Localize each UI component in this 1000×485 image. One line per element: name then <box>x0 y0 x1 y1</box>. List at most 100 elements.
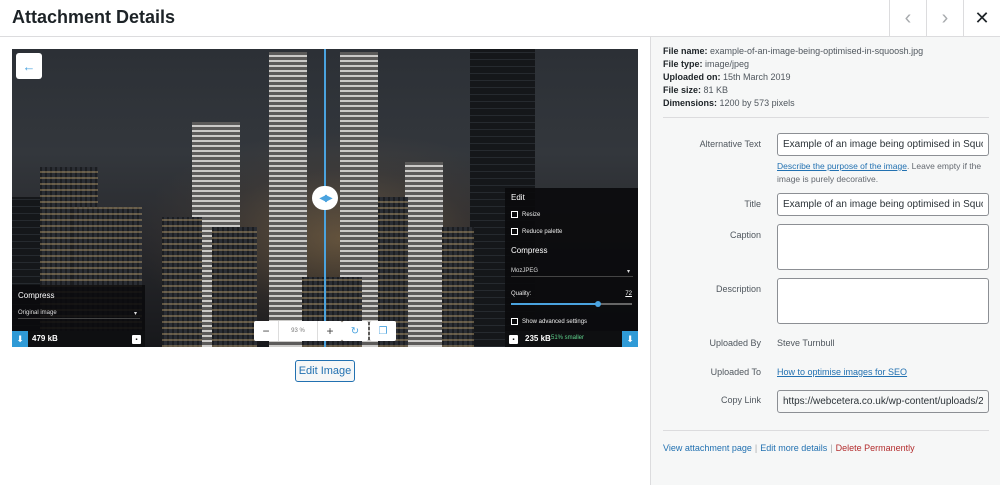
building <box>212 227 257 347</box>
left-size-bar: ⬇ 479 kB ▪ <box>12 331 145 347</box>
reduce-palette-checkbox[interactable]: Reduce palette <box>511 228 562 235</box>
advanced-settings-label: Show advanced settings <box>522 318 588 325</box>
right-edit-panel: Edit Resize Reduce palette Compress MozJ… <box>505 188 638 331</box>
attachment-details-sidebar: File name: example-of-an-image-being-opt… <box>650 37 1000 485</box>
delete-permanently-link[interactable]: Delete Permanently <box>836 443 915 453</box>
uploaded-to-link[interactable]: How to optimise images for SEO <box>777 367 907 377</box>
modal-title: Attachment Details <box>12 7 176 27</box>
next-button[interactable]: › <box>926 0 963 37</box>
description-textarea[interactable] <box>777 278 989 324</box>
file-size-value: 81 KB <box>703 85 729 95</box>
copy-settings-button[interactable]: ❐ <box>370 321 396 341</box>
file-type-row: File type: image/jpeg <box>663 58 923 71</box>
right-file-size: 235 kB <box>525 334 551 343</box>
download-icon: ⬇ <box>626 333 634 344</box>
left-compress-title: Compress <box>18 291 55 300</box>
edit-title: Edit <box>511 193 525 202</box>
quality-value[interactable]: 72 <box>625 291 632 297</box>
codec-select[interactable]: MozJPEG ▾ <box>511 268 633 277</box>
uploaded-by-label: Uploaded By <box>709 338 761 348</box>
separator: | <box>830 443 833 453</box>
title-label: Title <box>744 199 761 209</box>
checkbox-icon <box>511 211 518 218</box>
codec-select-value: MozJPEG <box>511 268 539 274</box>
chevron-left-icon: ‹ <box>904 7 912 29</box>
left-compress-panel: Compress Original image ▾ <box>12 285 145 331</box>
quality-slider-fill <box>511 303 599 305</box>
file-size-label: File size: <box>663 85 702 95</box>
file-name-label: File name: <box>663 46 708 56</box>
title-input[interactable] <box>777 193 989 216</box>
close-button[interactable]: ✕ <box>963 0 1000 37</box>
quality-slider-thumb[interactable] <box>595 301 602 307</box>
file-name-row: File name: example-of-an-image-being-opt… <box>663 45 923 58</box>
quality-slider[interactable] <box>511 301 632 307</box>
right-size-bar: ▪ 235 kB 51% smaller ⬇ <box>505 331 638 347</box>
save-icon[interactable]: ▪ <box>132 335 141 344</box>
modal-header: Attachment Details ‹ › ✕ <box>0 0 1000 37</box>
left-compress-select-value: Original image <box>18 310 57 316</box>
uploaded-on-row: Uploaded on: 15th March 2019 <box>663 71 923 84</box>
file-size-row: File size: 81 KB <box>663 84 923 97</box>
size-reduction-label: 51% smaller <box>551 335 585 341</box>
file-details: File name: example-of-an-image-being-opt… <box>663 45 923 110</box>
dimensions-value: 1200 by 573 pixels <box>719 98 795 108</box>
left-file-size: 479 kB <box>32 334 58 343</box>
separator: | <box>754 443 758 453</box>
alt-text-help-link[interactable]: Describe the purpose of the image <box>777 161 907 171</box>
close-icon: ✕ <box>974 8 990 28</box>
view-attachment-link[interactable]: View attachment page <box>663 443 752 453</box>
image-preview: ◀▶ ← Compress Original image ▾ ⬇ 479 kB … <box>12 49 638 347</box>
resize-checkbox[interactable]: Resize <box>511 211 540 218</box>
right-download-button[interactable]: ⬇ <box>622 331 638 347</box>
caret-down-icon: ▾ <box>626 269 630 275</box>
chevron-right-icon: › <box>941 7 949 29</box>
left-compress-select[interactable]: Original image ▾ <box>18 310 140 319</box>
right-compress-title: Compress <box>511 246 548 255</box>
caption-label: Caption <box>729 230 761 240</box>
advanced-settings-checkbox[interactable]: Show advanced settings <box>511 318 587 325</box>
zoom-level[interactable]: 93 % <box>278 321 318 341</box>
alt-text-label: Alternative Text <box>699 139 761 149</box>
rotate-icon: ↻ <box>350 325 360 337</box>
uploaded-by-value: Steve Turnbull <box>777 338 835 348</box>
previous-button[interactable]: ‹ <box>889 0 926 37</box>
uploaded-on-value: 15th March 2019 <box>723 72 791 82</box>
image-editor-area: ◀▶ ← Compress Original image ▾ ⬇ 479 kB … <box>0 37 650 485</box>
caption-textarea[interactable] <box>777 224 989 270</box>
edit-image-button[interactable]: Edit Image <box>295 360 355 382</box>
file-name-value: example-of-an-image-being-optimised-in-s… <box>710 46 924 56</box>
save-icon[interactable]: ▪ <box>509 335 518 344</box>
zoom-toolbar: − 93 % + <box>254 321 342 341</box>
uploaded-to-label: Uploaded To <box>710 367 761 377</box>
quality-label: Quality: <box>511 291 532 297</box>
left-download-button[interactable]: ⬇ <box>12 331 28 347</box>
caret-down-icon: ▾ <box>133 311 137 317</box>
uploaded-on-label: Uploaded on: <box>663 72 721 82</box>
download-icon: ⬇ <box>16 333 24 344</box>
copy-link-label: Copy Link <box>720 395 761 405</box>
alt-text-hint: Describe the purpose of the image. Leave… <box>777 160 991 185</box>
split-arrows-icon: ◀▶ <box>319 192 332 204</box>
arrow-left-icon: ← <box>22 58 36 74</box>
resize-label: Resize <box>522 211 541 218</box>
building <box>405 162 443 347</box>
divider <box>663 117 989 118</box>
attachment-actions: View attachment page | Edit more details | D… <box>663 443 915 453</box>
checkbox-icon <box>511 228 518 235</box>
reduce-palette-label: Reduce palette <box>522 228 563 235</box>
split-handle[interactable]: ◀▶ <box>312 186 338 210</box>
rotate-button[interactable]: ↻ <box>342 321 368 341</box>
file-type-label: File type: <box>663 59 703 69</box>
checkbox-icon <box>511 318 518 325</box>
zoom-in-button[interactable]: + <box>318 324 342 338</box>
back-button[interactable]: ← <box>16 53 42 79</box>
edit-more-details-link[interactable]: Edit more details <box>760 443 827 453</box>
dimensions-row: Dimensions: 1200 by 573 pixels <box>663 97 923 110</box>
file-type-value: image/jpeg <box>705 59 750 69</box>
description-label: Description <box>715 284 761 294</box>
alt-text-input[interactable] <box>777 133 989 156</box>
copy-icon: ❐ <box>378 325 388 337</box>
zoom-out-button[interactable]: − <box>254 324 278 338</box>
copy-link-input[interactable] <box>777 390 989 413</box>
